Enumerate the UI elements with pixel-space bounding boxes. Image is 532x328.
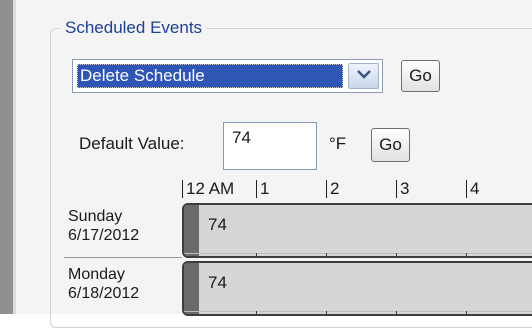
go-button-schedule[interactable]: Go [401, 60, 440, 92]
row-separator [64, 257, 182, 258]
hour-label: 12 AM [186, 179, 235, 198]
row-date: 6/18/2012 [68, 285, 140, 302]
hour-tick [466, 180, 467, 198]
schedule-action-dropdown[interactable]: Delete Schedule [72, 59, 383, 93]
hour-tick [182, 180, 183, 198]
schedule-row-value: 74 [208, 273, 227, 292]
schedule-action-selected: Delete Schedule [77, 64, 343, 88]
row-divider [184, 311, 532, 312]
row-divider [184, 253, 532, 254]
window-edge [0, 0, 13, 314]
dropdown-toggle-button[interactable] [348, 63, 379, 89]
schedule-row-bar[interactable]: 74 [182, 261, 532, 316]
schedule-drag-handle[interactable] [184, 263, 199, 314]
schedule-row-value: 74 [208, 215, 227, 234]
row-hour-tick [326, 253, 327, 256]
schedule-row-bar[interactable]: 74 [182, 203, 532, 258]
default-value-label: Default Value: [79, 134, 185, 153]
row-hour-tick [256, 253, 257, 256]
schedule-drag-handle[interactable] [184, 205, 199, 256]
hour-label: 3 [400, 179, 410, 198]
hour-tick [396, 180, 397, 198]
hour-tick [326, 180, 327, 198]
hour-label: 2 [330, 179, 340, 198]
row-date: 6/17/2012 [68, 227, 140, 244]
hour-label: 1 [260, 179, 270, 198]
chevron-down-icon [356, 70, 371, 82]
row-hour-tick [466, 253, 467, 256]
row-hour-tick [396, 253, 397, 256]
hour-label: 4 [470, 179, 480, 198]
row-day-name: Sunday [68, 208, 123, 225]
hour-tick [256, 180, 257, 198]
row-day-name: Monday [68, 266, 125, 283]
groupbox-title: Scheduled Events [60, 17, 208, 39]
temperature-unit-label: °F [329, 134, 347, 153]
timeline-header: 12 AM 1 2 3 4 [182, 180, 532, 200]
go-button-default[interactable]: Go [371, 128, 410, 162]
default-value-input[interactable]: 74 [223, 122, 317, 170]
